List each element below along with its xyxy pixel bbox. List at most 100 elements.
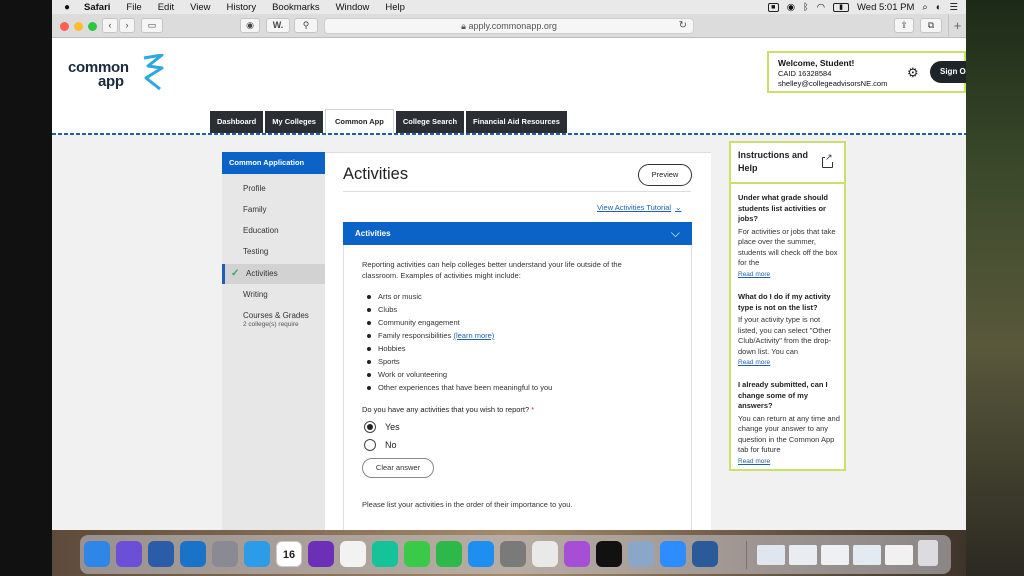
minimized-window-thumbnail[interactable] — [821, 545, 849, 565]
outlook-icon[interactable] — [180, 541, 206, 567]
zoom-window-button[interactable] — [88, 22, 97, 31]
app-store-icon[interactable] — [468, 541, 494, 567]
sidebar-item-activities[interactable]: ✓ Activities — [222, 264, 335, 284]
new-tab-button[interactable]: + — [948, 14, 966, 38]
apple-tv-icon[interactable] — [596, 541, 622, 567]
status-circle-icon[interactable]: ◉ — [787, 2, 795, 13]
browser-toolbar: ‹ › ▭ ◉ W. ⚲ 🔒︎ apply.commonapp.org ↻ ⇪ … — [52, 14, 966, 38]
menu-help[interactable]: Help — [385, 2, 405, 13]
minimize-window-button[interactable] — [74, 22, 83, 31]
photos-icon[interactable] — [340, 541, 366, 567]
faq-question: What do I do if my activity type is not … — [738, 292, 831, 312]
chrome-icon[interactable] — [532, 541, 558, 567]
launchpad-icon[interactable] — [212, 541, 238, 567]
activities-section-header[interactable]: Activities ⌵ — [343, 222, 692, 245]
menu-app-safari[interactable]: Safari — [84, 2, 110, 13]
forward-button[interactable]: › — [119, 18, 135, 33]
minimized-window-thumbnail[interactable] — [853, 545, 881, 565]
sidebar-toggle-icon[interactable]: ▭ — [141, 18, 163, 33]
clear-answer-button[interactable]: Clear answer — [362, 458, 434, 478]
calendar-icon[interactable]: 16 — [276, 541, 302, 567]
messages-icon[interactable] — [404, 541, 430, 567]
imovie-star-icon[interactable] — [308, 541, 334, 567]
trash-icon[interactable] — [918, 540, 938, 566]
tab-common-app[interactable]: Common App — [324, 109, 394, 133]
tab-my-colleges[interactable]: My Colleges — [265, 111, 323, 133]
tab-dashboard[interactable]: Dashboard — [210, 111, 264, 133]
accessibility-icon[interactable]: ⚲ — [294, 18, 318, 33]
wifi-icon[interactable]: ◠ — [817, 2, 825, 13]
main-nav-tabs: Dashboard My Colleges Common App College… — [210, 109, 567, 133]
finder-icon[interactable] — [84, 541, 110, 567]
safari-window: ‹ › ▭ ◉ W. ⚲ 🔒︎ apply.commonapp.org ↻ ⇪ … — [52, 14, 966, 530]
radio-no-label[interactable]: No — [385, 439, 397, 451]
bluetooth-icon[interactable]: ᛒ — [803, 2, 809, 13]
minimized-window-thumbnail[interactable] — [885, 545, 913, 565]
menu-window[interactable]: Window — [336, 2, 370, 13]
reload-icon[interactable]: ↻ — [679, 19, 687, 33]
preview-icon[interactable] — [628, 541, 654, 567]
external-link-icon[interactable] — [822, 153, 833, 168]
settings-gear-icon[interactable]: ⚙ — [907, 65, 919, 81]
sidebar-item-courses-grades[interactable]: Courses & Grades 2 college(s) require — [222, 306, 325, 332]
read-more-link[interactable]: Read more — [738, 271, 841, 278]
learn-more-link[interactable]: (learn more) — [453, 331, 494, 340]
sidebar-item-education[interactable]: Education — [222, 221, 325, 241]
radio-no-circle[interactable] — [364, 439, 376, 451]
tab-overview-icon[interactable]: ⧉ — [920, 18, 942, 33]
view-tutorial-link[interactable]: View Activities Tutorial ⌄ — [597, 203, 681, 212]
menu-bookmarks[interactable]: Bookmarks — [272, 2, 320, 13]
menu-file[interactable]: File — [126, 2, 141, 13]
tab-college-search[interactable]: College Search — [395, 111, 465, 133]
read-more-link[interactable]: Read more — [738, 359, 841, 366]
radio-no[interactable]: No — [364, 439, 424, 453]
bookmark-w-button[interactable]: W. — [266, 18, 290, 33]
battery-icon[interactable]: ▮ — [833, 2, 849, 12]
sidebar-header[interactable]: Common Application — [222, 152, 325, 174]
user-avatar-icon[interactable]: ◐ — [936, 2, 942, 13]
menu-view[interactable]: View — [190, 2, 210, 13]
sidebar-item-testing[interactable]: Testing — [222, 242, 325, 262]
word-icon[interactable] — [148, 541, 174, 567]
system-preferences-icon[interactable] — [500, 541, 526, 567]
preview-button[interactable]: Preview — [638, 164, 692, 186]
sidebar-item-profile[interactable]: Profile — [222, 179, 325, 199]
sidebar-item-writing[interactable]: Writing — [222, 285, 325, 305]
close-window-button[interactable] — [60, 22, 69, 31]
safari-icon[interactable] — [244, 541, 270, 567]
minimized-window-thumbnail[interactable] — [789, 545, 817, 565]
read-more-link[interactable]: Read more — [738, 458, 841, 465]
menu-edit[interactable]: Edit — [158, 2, 174, 13]
control-center-icon[interactable]: ☰ — [949, 2, 958, 13]
common-app-logo[interactable]: common app — [68, 54, 168, 94]
extension-icon[interactable]: ◉ — [240, 18, 260, 33]
spotlight-search-icon[interactable]: ⌕ — [922, 2, 927, 13]
zoom-icon[interactable] — [660, 541, 686, 567]
apple-menu-icon[interactable]: ● — [58, 2, 76, 13]
radio-yes-circle[interactable] — [364, 421, 376, 433]
siri-icon[interactable] — [116, 541, 142, 567]
sidebar-item-label: Activities — [246, 269, 278, 278]
faq-item: I already submitted, can I change some o… — [738, 380, 841, 465]
screen-record-icon[interactable]: ■ — [767, 2, 779, 12]
list-item: Clubs — [367, 304, 658, 317]
minimized-window-thumbnail[interactable] — [757, 545, 785, 565]
podcasts-icon[interactable] — [564, 541, 590, 567]
faq-question: I already submitted, can I change some o… — [738, 380, 828, 410]
back-button[interactable]: ‹ — [102, 18, 118, 33]
share-icon[interactable]: ⇪ — [894, 18, 914, 33]
tab-financial-aid-resources[interactable]: Financial Aid Resources — [466, 111, 567, 133]
sidebar-item-family[interactable]: Family — [222, 200, 325, 220]
menubar-clock[interactable]: Wed 5:01 PM — [857, 2, 914, 13]
radio-yes-label[interactable]: Yes — [385, 421, 400, 433]
quicktime-icon[interactable] — [692, 541, 718, 567]
facetime-icon[interactable] — [436, 541, 462, 567]
chevron-down-icon: ⌵ — [670, 226, 680, 240]
address-bar[interactable]: 🔒︎ apply.commonapp.org ↻ — [324, 18, 694, 34]
faq-item: Under what grade should students list ac… — [738, 193, 841, 278]
sign-out-button[interactable]: Sign Out — [930, 61, 966, 83]
grammarly-icon[interactable] — [372, 541, 398, 567]
macos-dock: 16 — [80, 535, 951, 574]
radio-yes[interactable]: Yes — [364, 421, 424, 435]
menu-history[interactable]: History — [227, 2, 257, 13]
